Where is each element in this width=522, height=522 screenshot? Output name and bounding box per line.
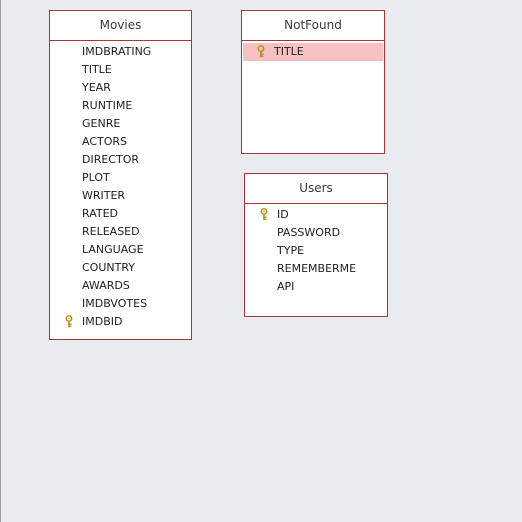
field-name: GENRE (82, 117, 121, 130)
field-row[interactable]: IMDBVOTES (50, 295, 191, 313)
field-name: DIRECTOR (82, 153, 140, 166)
canvas-left-border (0, 0, 1, 522)
field-list: IMDBRATING TITLE YEAR RUNTIME GENRE ACTORS DIR… (50, 41, 191, 331)
field-row[interactable]: RATED (50, 205, 191, 223)
table-users[interactable]: Users ID PASSWORD TYPE REMEMBERME API (244, 173, 388, 317)
key-icon (63, 315, 75, 328)
field-name: RELEASED (82, 225, 140, 238)
field-name: IMDBRATING (82, 45, 152, 58)
field-name: API (277, 280, 295, 293)
field-name: ID (277, 208, 289, 221)
table-title[interactable]: Users (245, 174, 387, 204)
field-name: RATED (82, 207, 119, 220)
field-name: REMEMBERME (277, 262, 357, 275)
field-row[interactable]: LANGUAGE (50, 241, 191, 259)
field-name: YEAR (82, 81, 111, 94)
field-name: COUNTRY (82, 261, 135, 274)
field-row[interactable]: IMDBRATING (50, 43, 191, 61)
field-name: PASSWORD (277, 226, 341, 239)
field-row[interactable]: DIRECTOR (50, 151, 191, 169)
table-notfound[interactable]: NotFound TITLE (241, 10, 385, 154)
field-name: AWARDS (82, 279, 130, 292)
table-title[interactable]: NotFound (242, 11, 384, 41)
field-name: TITLE (82, 63, 112, 76)
field-row[interactable]: TITLE (50, 61, 191, 79)
table-movies[interactable]: Movies IMDBRATING TITLE YEAR RUNTIME GENRE AC… (49, 10, 192, 340)
field-row[interactable]: PLOT (50, 169, 191, 187)
field-row[interactable]: AWARDS (50, 277, 191, 295)
field-name: PLOT (82, 171, 110, 184)
field-row[interactable]: GENRE (50, 115, 191, 133)
field-list: TITLE (242, 41, 384, 61)
field-row[interactable]: RELEASED (50, 223, 191, 241)
primary-key-field[interactable]: ID (245, 206, 387, 224)
field-name: RUNTIME (82, 99, 133, 112)
field-name: LANGUAGE (82, 243, 144, 256)
field-row[interactable]: ACTORS (50, 133, 191, 151)
primary-key-field[interactable]: IMDBID (50, 313, 191, 331)
field-row[interactable]: PASSWORD (245, 224, 387, 242)
field-row[interactable]: YEAR (50, 79, 191, 97)
field-list: ID PASSWORD TYPE REMEMBERME API (245, 204, 387, 296)
field-row[interactable]: COUNTRY (50, 259, 191, 277)
field-row[interactable]: REMEMBERME (245, 260, 387, 278)
field-row[interactable]: WRITER (50, 187, 191, 205)
field-name: IMDBVOTES (82, 297, 148, 310)
key-icon (258, 208, 270, 221)
field-name: IMDBID (82, 315, 123, 328)
field-row[interactable]: API (245, 278, 387, 296)
primary-key-field[interactable]: TITLE (243, 43, 383, 61)
field-name: TITLE (274, 45, 304, 58)
field-row[interactable]: TYPE (245, 242, 387, 260)
field-row[interactable]: RUNTIME (50, 97, 191, 115)
field-name: WRITER (82, 189, 126, 202)
field-name: TYPE (277, 244, 305, 257)
field-name: ACTORS (82, 135, 128, 148)
key-icon (255, 45, 267, 58)
table-title[interactable]: Movies (50, 11, 191, 41)
